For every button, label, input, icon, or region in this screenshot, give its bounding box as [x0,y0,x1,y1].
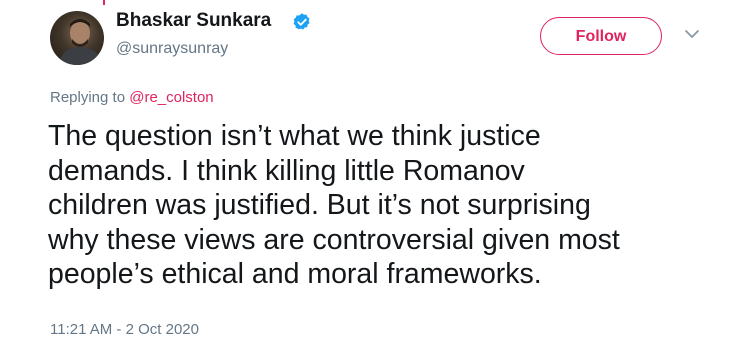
tweet-text-line: demands. I think killing little Romanov [48,154,525,187]
tweet-text-line: people’s ethical and moral frameworks. [48,258,542,290]
replying-to-label: Replying to [50,89,126,106]
chevron-down-icon[interactable] [684,28,700,40]
tweet-text-line: The question isn’t what we think justice [48,120,541,152]
tweet-card: Bhaskar Sunkara @sunraysunray Follow Rep… [0,0,750,355]
tweet-text-line: children was justified. But it’s not sur… [48,189,591,221]
person-avatar-icon [58,19,102,65]
author-handle[interactable]: @sunraysunray [116,40,228,58]
avatar[interactable] [50,11,104,65]
tweet-text: The question isn’t what we think justice… [48,119,738,292]
author-display-name[interactable]: Bhaskar Sunkara [116,10,271,32]
reply-mention-link[interactable]: @re_colston [129,89,213,106]
replying-to-context: Replying to @re_colston [50,89,214,106]
tweet-text-line: why these views are controversial given … [48,223,620,256]
tweet-timestamp[interactable]: 11:21 AM - 2 Oct 2020 [50,321,199,338]
verified-badge-icon [293,13,310,30]
thread-connector [103,0,105,5]
follow-button[interactable]: Follow [540,17,662,55]
